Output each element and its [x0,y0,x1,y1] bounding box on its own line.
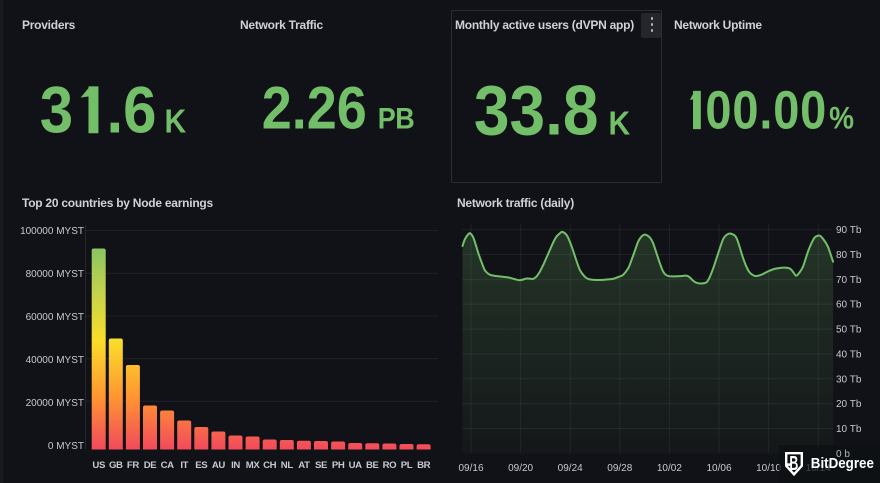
svg-text:B: B [789,452,798,475]
svg-text:BitDegree: BitDegree [811,455,874,472]
